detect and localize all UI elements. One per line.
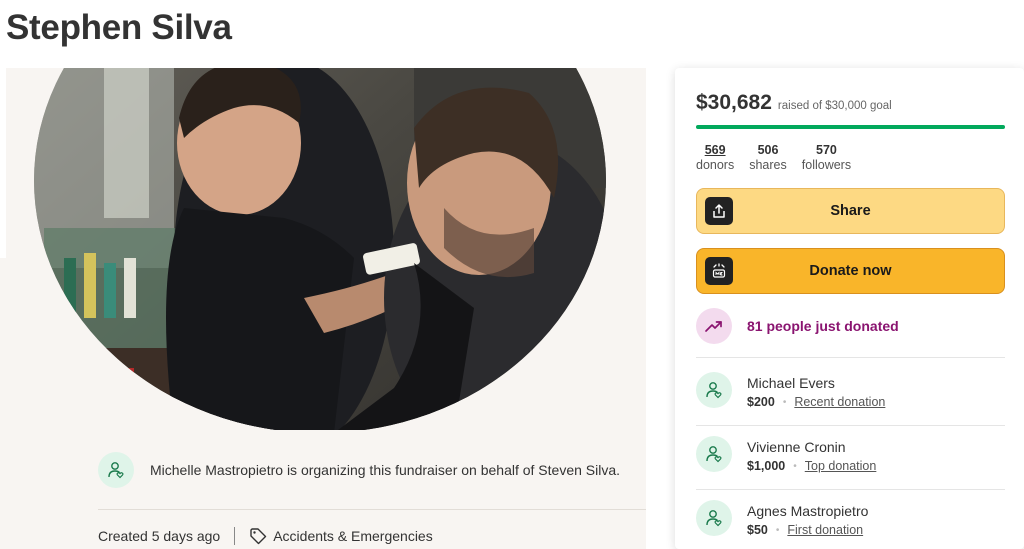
list-divider bbox=[696, 425, 1005, 426]
hero-image-frame bbox=[6, 68, 646, 430]
share-icon bbox=[705, 197, 733, 225]
donation-amount: $1,000 bbox=[747, 459, 786, 473]
donation-sidebar: $30,682 raised of $30,000 goal 569 donor… bbox=[675, 68, 1024, 549]
stat-label: shares bbox=[749, 158, 787, 172]
share-label: Share bbox=[830, 203, 871, 219]
amount-raised: $30,682 raised of $30,000 goal bbox=[696, 91, 892, 115]
stat-label: followers bbox=[801, 158, 852, 172]
bullet-separator: • bbox=[782, 396, 787, 408]
stat-number: 569 bbox=[704, 143, 726, 157]
person-heart-icon bbox=[108, 462, 124, 479]
donation-item: Agnes Mastropietro $50 • First donation bbox=[696, 500, 868, 537]
donor-avatar bbox=[696, 436, 732, 472]
donor-avatar bbox=[696, 500, 732, 536]
stat-shares: 506 shares bbox=[749, 143, 787, 173]
donation-type-link[interactable]: First donation bbox=[787, 523, 863, 537]
content-divider bbox=[98, 509, 646, 510]
organizer-info: Michelle Mastropietro is organizing this… bbox=[98, 452, 620, 488]
progress-fill bbox=[696, 125, 1005, 129]
tag-icon bbox=[250, 528, 267, 545]
bullet-separator: • bbox=[775, 524, 780, 536]
barbershop-photo bbox=[34, 68, 606, 430]
goal-text: raised of $30,000 goal bbox=[777, 100, 892, 112]
trending-up-icon bbox=[696, 308, 732, 344]
donation-item: Vivienne Cronin $1,000 • Top donation bbox=[696, 436, 876, 473]
donation-type-link[interactable]: Top donation bbox=[805, 459, 877, 473]
donate-label: Donate now bbox=[809, 263, 892, 279]
stat-donors[interactable]: 569 donors bbox=[696, 143, 734, 173]
meta-separator bbox=[234, 527, 236, 545]
recent-activity: 81 people just donated bbox=[696, 308, 899, 344]
list-divider bbox=[696, 357, 1005, 358]
donation-amount: $50 bbox=[747, 523, 768, 537]
bullet-separator: • bbox=[793, 460, 797, 472]
donation-type-link[interactable]: Recent donation bbox=[794, 395, 885, 409]
donate-hand-icon bbox=[705, 257, 733, 285]
person-heart-icon bbox=[706, 510, 722, 527]
progress-bar bbox=[696, 125, 1005, 129]
donor-avatar bbox=[696, 372, 732, 408]
hero-photo bbox=[34, 68, 606, 430]
donation-amount: $200 bbox=[747, 395, 775, 409]
donor-name: Vivienne Cronin bbox=[747, 439, 846, 455]
organizer-avatar bbox=[98, 452, 134, 488]
donor-name: Michael Evers bbox=[747, 375, 835, 391]
stats-row: 569 donors 506 shares 570 followers bbox=[696, 143, 851, 173]
trend-text: 81 people just donated bbox=[747, 318, 899, 334]
person-heart-icon bbox=[706, 446, 722, 463]
fundraiser-meta: Created 5 days ago Accidents & Emergenci… bbox=[98, 527, 433, 545]
donate-button[interactable]: Donate now bbox=[696, 248, 1005, 294]
stat-number: 570 bbox=[816, 143, 837, 157]
page-title: Stephen Silva bbox=[6, 8, 232, 47]
stat-label: donors bbox=[696, 158, 735, 172]
raised-amount: $30,682 bbox=[696, 91, 772, 114]
stat-followers: 570 followers bbox=[802, 143, 851, 173]
donor-name: Agnes Mastropietro bbox=[747, 503, 869, 519]
share-button[interactable]: Share bbox=[696, 188, 1005, 234]
list-divider bbox=[696, 489, 1005, 490]
created-date: Created 5 days ago bbox=[98, 528, 221, 544]
stat-number: 506 bbox=[757, 143, 779, 157]
person-heart-icon bbox=[706, 382, 722, 399]
category-link[interactable]: Accidents & Emergencies bbox=[273, 528, 433, 544]
donation-item: Michael Evers $200 • Recent donation bbox=[696, 372, 885, 409]
organizer-text: Michelle Mastropietro is organizing this… bbox=[150, 462, 621, 478]
